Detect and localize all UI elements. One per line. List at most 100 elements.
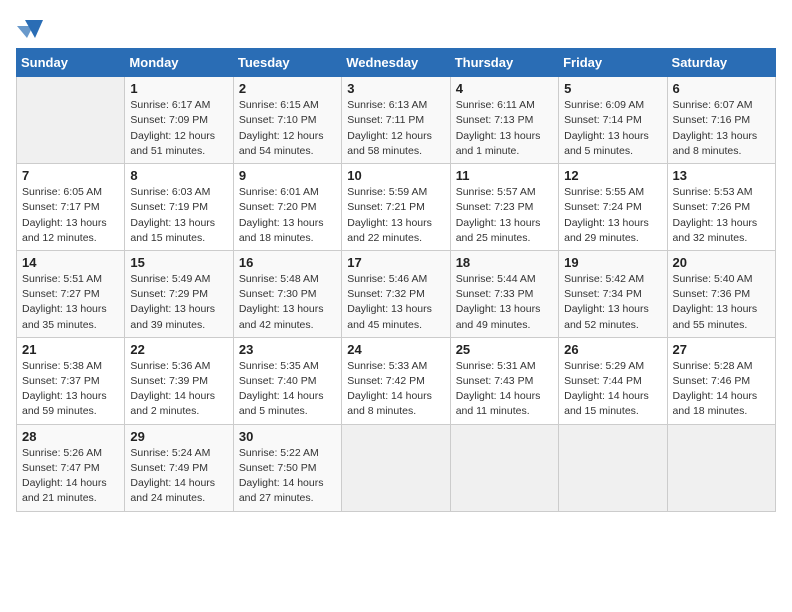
day-cell: 22 Sunrise: 5:36 AM Sunset: 7:39 PM Dayli… [125, 337, 233, 424]
day-cell: 29 Sunrise: 5:24 AM Sunset: 7:49 PM Dayli… [125, 424, 233, 511]
day-info: Sunrise: 6:09 AM Sunset: 7:14 PM Dayligh… [564, 98, 661, 159]
day-info: Sunrise: 5:53 AM Sunset: 7:26 PM Dayligh… [673, 185, 770, 246]
header-sunday: Sunday [17, 49, 125, 77]
day-info: Sunrise: 5:33 AM Sunset: 7:42 PM Dayligh… [347, 359, 444, 420]
day-cell: 26 Sunrise: 5:29 AM Sunset: 7:44 PM Dayli… [559, 337, 667, 424]
day-number: 21 [22, 342, 119, 357]
day-cell: 7 Sunrise: 6:05 AM Sunset: 7:17 PM Daylig… [17, 164, 125, 251]
day-cell: 28 Sunrise: 5:26 AM Sunset: 7:47 PM Dayli… [17, 424, 125, 511]
day-cell: 18 Sunrise: 5:44 AM Sunset: 7:33 PM Dayli… [450, 250, 558, 337]
day-number: 6 [673, 81, 770, 96]
day-info: Sunrise: 6:15 AM Sunset: 7:10 PM Dayligh… [239, 98, 336, 159]
day-number: 5 [564, 81, 661, 96]
day-number: 23 [239, 342, 336, 357]
day-info: Sunrise: 6:17 AM Sunset: 7:09 PM Dayligh… [130, 98, 227, 159]
day-number: 17 [347, 255, 444, 270]
day-number: 2 [239, 81, 336, 96]
day-info: Sunrise: 5:31 AM Sunset: 7:43 PM Dayligh… [456, 359, 553, 420]
day-cell: 20 Sunrise: 5:40 AM Sunset: 7:36 PM Dayli… [667, 250, 775, 337]
day-cell: 17 Sunrise: 5:46 AM Sunset: 7:32 PM Dayli… [342, 250, 450, 337]
day-info: Sunrise: 5:29 AM Sunset: 7:44 PM Dayligh… [564, 359, 661, 420]
day-info: Sunrise: 5:22 AM Sunset: 7:50 PM Dayligh… [239, 446, 336, 507]
header-thursday: Thursday [450, 49, 558, 77]
week-row-1: 1 Sunrise: 6:17 AM Sunset: 7:09 PM Daylig… [17, 77, 776, 164]
day-number: 27 [673, 342, 770, 357]
day-cell [450, 424, 558, 511]
day-info: Sunrise: 5:28 AM Sunset: 7:46 PM Dayligh… [673, 359, 770, 420]
day-number: 22 [130, 342, 227, 357]
day-cell: 8Sunrise: 6:03 AM Sunset: 7:19 PM Daylig… [125, 164, 233, 251]
day-cell [559, 424, 667, 511]
day-number: 1 [130, 81, 227, 96]
day-cell: 9 Sunrise: 6:01 AM Sunset: 7:20 PM Daylig… [233, 164, 341, 251]
logo-icon [17, 18, 43, 40]
day-cell: 24 Sunrise: 5:33 AM Sunset: 7:42 PM Dayli… [342, 337, 450, 424]
day-cell: 11Sunrise: 5:57 AM Sunset: 7:23 PM Dayli… [450, 164, 558, 251]
day-info: Sunrise: 5:24 AM Sunset: 7:49 PM Dayligh… [130, 446, 227, 507]
day-number: 12 [564, 168, 661, 183]
day-cell: 13Sunrise: 5:53 AM Sunset: 7:26 PM Dayli… [667, 164, 775, 251]
day-cell: 4 Sunrise: 6:11 AM Sunset: 7:13 PM Daylig… [450, 77, 558, 164]
day-info: Sunrise: 5:55 AM Sunset: 7:24 PM Dayligh… [564, 185, 661, 246]
day-number: 24 [347, 342, 444, 357]
day-number: 7 [22, 168, 119, 183]
day-number: 14 [22, 255, 119, 270]
day-info: Sunrise: 6:01 AM Sunset: 7:20 PM Dayligh… [239, 185, 336, 246]
day-cell: 25Sunrise: 5:31 AM Sunset: 7:43 PM Dayli… [450, 337, 558, 424]
day-info: Sunrise: 5:49 AM Sunset: 7:29 PM Dayligh… [130, 272, 227, 333]
page-header [16, 16, 776, 36]
day-info: Sunrise: 5:44 AM Sunset: 7:33 PM Dayligh… [456, 272, 553, 333]
day-cell: 5 Sunrise: 6:09 AM Sunset: 7:14 PM Daylig… [559, 77, 667, 164]
day-info: Sunrise: 6:05 AM Sunset: 7:17 PM Dayligh… [22, 185, 119, 246]
day-info: Sunrise: 5:42 AM Sunset: 7:34 PM Dayligh… [564, 272, 661, 333]
day-cell: 6 Sunrise: 6:07 AM Sunset: 7:16 PM Daylig… [667, 77, 775, 164]
day-info: Sunrise: 6:07 AM Sunset: 7:16 PM Dayligh… [673, 98, 770, 159]
day-number: 15 [130, 255, 227, 270]
day-number: 9 [239, 168, 336, 183]
day-cell: 14 Sunrise: 5:51 AM Sunset: 7:27 PM Dayli… [17, 250, 125, 337]
header-monday: Monday [125, 49, 233, 77]
week-row-4: 21Sunrise: 5:38 AM Sunset: 7:37 PM Dayli… [17, 337, 776, 424]
day-cell: 15 Sunrise: 5:49 AM Sunset: 7:29 PM Dayli… [125, 250, 233, 337]
day-cell: 10 Sunrise: 5:59 AM Sunset: 7:21 PM Dayli… [342, 164, 450, 251]
days-header-row: SundayMondayTuesdayWednesdayThursdayFrid… [17, 49, 776, 77]
day-number: 16 [239, 255, 336, 270]
day-info: Sunrise: 6:03 AM Sunset: 7:19 PM Dayligh… [130, 185, 227, 246]
day-info: Sunrise: 5:57 AM Sunset: 7:23 PM Dayligh… [456, 185, 553, 246]
week-row-2: 7 Sunrise: 6:05 AM Sunset: 7:17 PM Daylig… [17, 164, 776, 251]
day-cell: 21Sunrise: 5:38 AM Sunset: 7:37 PM Dayli… [17, 337, 125, 424]
day-cell: 16 Sunrise: 5:48 AM Sunset: 7:30 PM Dayli… [233, 250, 341, 337]
day-info: Sunrise: 5:35 AM Sunset: 7:40 PM Dayligh… [239, 359, 336, 420]
day-cell: 23 Sunrise: 5:35 AM Sunset: 7:40 PM Dayli… [233, 337, 341, 424]
day-number: 29 [130, 429, 227, 444]
header-friday: Friday [559, 49, 667, 77]
day-info: Sunrise: 5:26 AM Sunset: 7:47 PM Dayligh… [22, 446, 119, 507]
day-info: Sunrise: 6:11 AM Sunset: 7:13 PM Dayligh… [456, 98, 553, 159]
day-info: Sunrise: 5:59 AM Sunset: 7:21 PM Dayligh… [347, 185, 444, 246]
day-number: 30 [239, 429, 336, 444]
logo [16, 16, 44, 36]
day-info: Sunrise: 5:40 AM Sunset: 7:36 PM Dayligh… [673, 272, 770, 333]
day-number: 18 [456, 255, 553, 270]
header-tuesday: Tuesday [233, 49, 341, 77]
day-number: 28 [22, 429, 119, 444]
day-cell: 30 Sunrise: 5:22 AM Sunset: 7:50 PM Dayli… [233, 424, 341, 511]
day-cell: 19Sunrise: 5:42 AM Sunset: 7:34 PM Dayli… [559, 250, 667, 337]
day-info: Sunrise: 5:36 AM Sunset: 7:39 PM Dayligh… [130, 359, 227, 420]
header-wednesday: Wednesday [342, 49, 450, 77]
day-cell: 12 Sunrise: 5:55 AM Sunset: 7:24 PM Dayli… [559, 164, 667, 251]
header-saturday: Saturday [667, 49, 775, 77]
day-cell [667, 424, 775, 511]
day-info: Sunrise: 5:51 AM Sunset: 7:27 PM Dayligh… [22, 272, 119, 333]
day-info: Sunrise: 5:48 AM Sunset: 7:30 PM Dayligh… [239, 272, 336, 333]
day-info: Sunrise: 5:46 AM Sunset: 7:32 PM Dayligh… [347, 272, 444, 333]
day-cell [342, 424, 450, 511]
day-number: 10 [347, 168, 444, 183]
day-number: 3 [347, 81, 444, 96]
day-number: 26 [564, 342, 661, 357]
day-number: 20 [673, 255, 770, 270]
day-number: 4 [456, 81, 553, 96]
week-row-5: 28 Sunrise: 5:26 AM Sunset: 7:47 PM Dayli… [17, 424, 776, 511]
week-row-3: 14 Sunrise: 5:51 AM Sunset: 7:27 PM Dayli… [17, 250, 776, 337]
calendar-table: SundayMondayTuesdayWednesdayThursdayFrid… [16, 48, 776, 511]
